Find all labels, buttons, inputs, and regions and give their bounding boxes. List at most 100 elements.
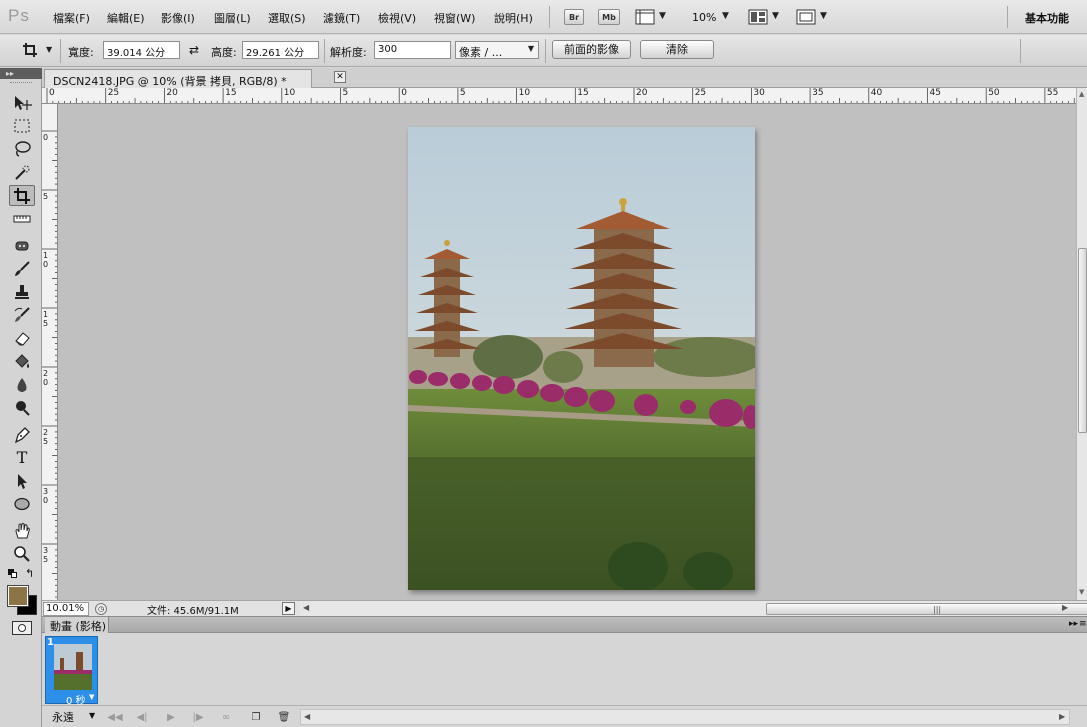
vertical-ruler-ticks — [42, 130, 57, 598]
zoom-dropdown-icon[interactable]: ▼ — [722, 11, 729, 21]
horizontal-scrollbar[interactable]: ◀ ||| ▶ — [300, 601, 1087, 617]
menu-file[interactable]: 檔案(F) — [53, 10, 90, 26]
ruler-tool[interactable] — [9, 208, 35, 229]
width-field[interactable]: 39.014 公分 — [103, 41, 180, 59]
panel-collapse-icon[interactable]: ▸▸ — [1069, 619, 1078, 629]
zoom-field[interactable]: 10.01% — [43, 602, 89, 616]
scroll-right-icon[interactable]: ▶ — [1062, 603, 1068, 612]
arrange-dropdown-icon[interactable]: ▼ — [772, 11, 779, 21]
ruler-label: 30 — [753, 88, 765, 98]
panel-grip[interactable] — [10, 82, 32, 84]
quick-mask-button[interactable] — [12, 621, 32, 635]
close-document-icon[interactable]: ✕ — [334, 71, 346, 83]
zoom-level[interactable]: 10% — [692, 11, 716, 24]
menu-image[interactable]: 影像(I) — [161, 10, 195, 26]
resolution-unit-select[interactable]: 像素 / ... ▼ — [455, 41, 539, 59]
delete-frame-icon[interactable]: 🗑 — [275, 710, 293, 724]
marquee-tool[interactable] — [9, 115, 35, 136]
resolution-unit-value: 像素 / ... — [459, 46, 503, 59]
screen-mode-dropdown-icon[interactable]: ▼ — [820, 11, 827, 21]
menu-filter[interactable]: 濾鏡(T) — [323, 10, 360, 26]
status-menu-arrow-icon[interactable]: ▶ — [282, 602, 295, 615]
loop-select[interactable]: 永遠 — [52, 709, 74, 725]
next-frame-icon[interactable]: |▶ — [189, 710, 207, 724]
ps-logo: Ps — [8, 6, 30, 25]
tool-preset-picker[interactable] — [22, 42, 38, 61]
view-extras-dropdown-icon[interactable]: ▼ — [659, 11, 666, 21]
ruler-label: 10 — [518, 88, 531, 98]
scroll-left-icon[interactable]: ◀ — [304, 712, 310, 721]
document-image[interactable] — [408, 127, 755, 590]
menu-window[interactable]: 視窗(W) — [434, 10, 475, 26]
paint-bucket-tool[interactable] — [9, 351, 35, 372]
type-tool[interactable]: T — [9, 447, 35, 468]
vertical-scrollbar[interactable]: ▲ ▼ — [1076, 88, 1087, 600]
panel-collapse-handle[interactable]: ▸▸ — [0, 68, 42, 79]
screen-mode-button[interactable] — [796, 9, 816, 28]
scroll-right-icon[interactable]: ▶ — [1059, 712, 1065, 721]
play-icon[interactable]: ▶ — [162, 710, 180, 724]
status-info-icon[interactable]: ◷ — [95, 603, 107, 615]
foreground-color-swatch[interactable] — [7, 585, 29, 607]
paint-bucket-icon — [15, 353, 29, 368]
path-select-tool[interactable] — [9, 470, 35, 491]
zoom-tool[interactable] — [9, 543, 35, 564]
scroll-left-icon[interactable]: ◀ — [303, 603, 309, 612]
tween-icon[interactable]: ∞ — [217, 710, 235, 724]
menu-select[interactable]: 選取(S) — [268, 10, 306, 26]
frame-delay-dropdown-icon[interactable]: ▼ — [89, 693, 94, 701]
horizontal-scroll-thumb[interactable]: ||| — [766, 603, 1087, 615]
tool-preset-dropdown-icon[interactable]: ▼ — [46, 45, 52, 54]
bridge-button[interactable]: Br — [564, 9, 584, 25]
arrange-documents-button[interactable] — [748, 9, 768, 28]
menu-help[interactable]: 說明(H) — [494, 10, 533, 26]
document-tab-bar: DSCN2418.JPG @ 10% (背景 拷貝, RGB/8) * ✕ — [42, 68, 1087, 88]
menu-view[interactable]: 檢視(V) — [378, 10, 416, 26]
clear-button[interactable]: 清除 — [640, 40, 714, 59]
panel-menu-icon[interactable]: ≡ — [1079, 619, 1087, 629]
menu-edit[interactable]: 編輯(E) — [107, 10, 145, 26]
vertical-ruler[interactable]: 0 5 10 15 20 25 30 35 — [42, 104, 58, 600]
view-extras-button[interactable] — [635, 9, 655, 28]
loop-dropdown-icon[interactable]: ▼ — [89, 711, 95, 720]
scroll-up-icon[interactable]: ▲ — [1079, 90, 1084, 98]
healing-tool[interactable] — [9, 235, 35, 256]
lasso-tool[interactable] — [9, 138, 35, 159]
canvas-area[interactable] — [58, 104, 1076, 600]
hand-tool[interactable] — [9, 520, 35, 541]
dodge-tool[interactable] — [9, 397, 35, 418]
front-image-button[interactable]: 前面的影像 — [552, 40, 631, 59]
eraser-tool[interactable] — [9, 327, 35, 348]
pen-tool[interactable] — [9, 424, 35, 445]
ruler-label: 10 — [43, 251, 49, 269]
height-field[interactable]: 29.261 公分 — [242, 41, 319, 59]
move-tool[interactable] — [9, 92, 35, 113]
document-tab[interactable]: DSCN2418.JPG @ 10% (背景 拷貝, RGB/8) * — [44, 69, 312, 88]
options-separator — [1020, 39, 1021, 63]
mini-bridge-button[interactable]: Mb — [598, 9, 620, 25]
default-colors-icon[interactable] — [8, 569, 18, 579]
scroll-down-icon[interactable]: ▼ — [1079, 588, 1084, 596]
first-frame-icon[interactable]: ◀◀ — [106, 710, 124, 724]
resolution-field[interactable]: 300 — [374, 41, 451, 59]
frames-scrollbar[interactable]: ◀ ▶ — [300, 709, 1070, 725]
animation-panel-tab[interactable]: 動畫 (影格) — [45, 617, 109, 633]
horizontal-ruler[interactable]: 0 25 20 15 10 5 0 5 10 15 20 25 30 35 40 45 50 55 — [42, 88, 1076, 104]
previous-frame-icon[interactable]: ◀| — [133, 710, 151, 724]
duplicate-frame-icon[interactable]: ❐ — [247, 710, 265, 724]
vertical-scroll-thumb[interactable] — [1078, 248, 1087, 433]
swap-colors-icon[interactable]: ↰ — [25, 567, 34, 580]
stamp-tool[interactable] — [9, 281, 35, 302]
animation-frame[interactable]: 1 0 秒 ▼ — [45, 636, 98, 707]
brush-tool[interactable] — [9, 258, 35, 279]
ruler-label: 0 — [49, 88, 55, 98]
quick-select-tool[interactable] — [9, 162, 35, 183]
crop-tool[interactable] — [9, 185, 35, 206]
workspace-switcher[interactable]: 基本功能 — [1025, 10, 1069, 26]
ellipse-tool[interactable] — [9, 493, 35, 514]
history-brush-tool[interactable] — [9, 304, 35, 325]
swap-dimensions-icon[interactable]: ⇄ — [189, 43, 199, 57]
menu-layer[interactable]: 圖層(L) — [214, 10, 251, 26]
menu-separator — [1007, 6, 1008, 28]
blur-tool[interactable] — [9, 374, 35, 395]
